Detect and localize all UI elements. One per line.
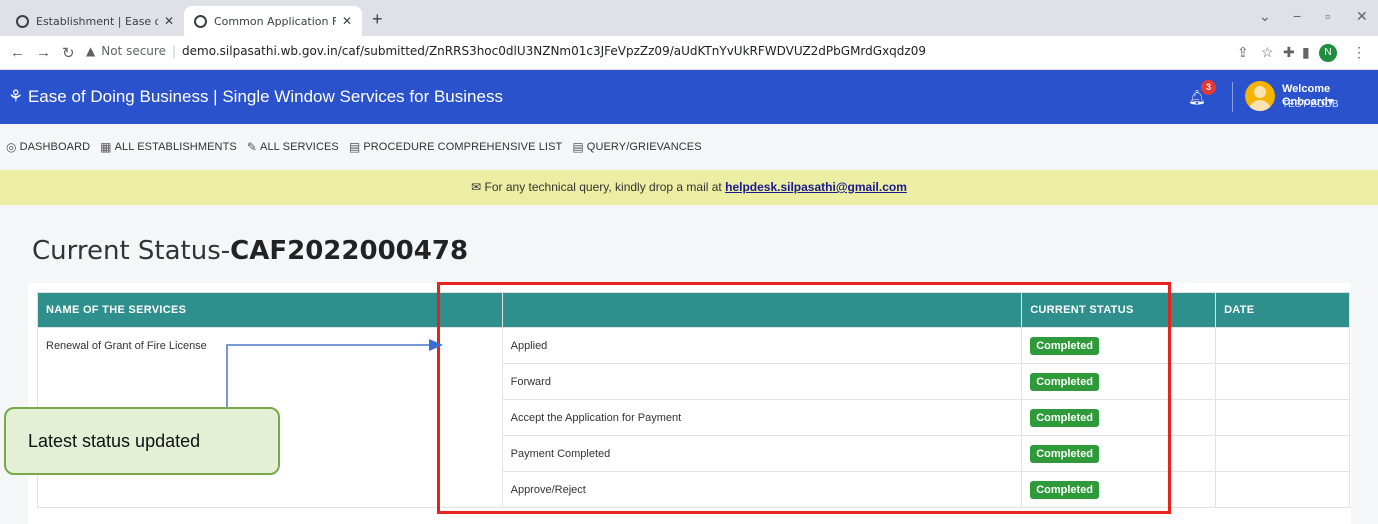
date-cell — [1215, 435, 1350, 472]
date-cell — [1215, 327, 1350, 364]
menu-dashboard[interactable]: ◎ DASHBOARD — [6, 140, 90, 154]
tab-label: Establishment | Ease of doing bu — [36, 14, 158, 28]
url-text: demo.silpasathi.wb.gov.in/caf/submitted/… — [182, 44, 926, 58]
list-icon: ▤ — [572, 140, 584, 154]
app-header: ⚘ Ease of Doing Business | Single Window… — [0, 70, 1378, 124]
globe-icon — [16, 14, 29, 28]
main-menu: ◎ DASHBOARD ▦ ALL ESTABLISHMENTS ✎ ALL SERV… — [0, 124, 1378, 170]
menu-label: PROCEDURE COMPREHENSIVE LIST — [363, 141, 563, 153]
date-cell — [1215, 399, 1350, 436]
kebab-menu-icon[interactable]: ⋮ — [1352, 44, 1366, 61]
date-cell — [1215, 363, 1350, 400]
annotation-callout: Latest status updated — [4, 407, 280, 475]
extensions-icon[interactable]: ✚ — [1283, 44, 1295, 61]
tab-label: Common Application Form Previ — [214, 14, 336, 28]
notice-text: For any technical query, kindly drop a m… — [484, 180, 722, 194]
menu-query-grievances[interactable]: ▤ QUERY/GRIEVANCES — [572, 140, 701, 154]
header-divider — [1232, 82, 1233, 112]
url-field[interactable]: ▲ Not secure | demo.silpasathi.wb.gov.in… — [86, 44, 926, 58]
reload-icon[interactable]: ↻ — [62, 44, 75, 62]
profile-avatar[interactable]: N — [1319, 44, 1337, 62]
browser-tabbar: Establishment | Ease of doing bu ✕ Commo… — [0, 0, 1378, 36]
menu-procedure-list[interactable]: ▤ PROCEDURE COMPREHENSIVE LIST — [349, 140, 562, 154]
close-tab-icon[interactable]: ✕ — [164, 14, 174, 28]
date-cell — [1215, 471, 1350, 508]
notification-badge: 3 — [1201, 80, 1216, 95]
restore-icon[interactable]: ▫ — [1325, 8, 1330, 24]
list-icon: ▤ — [348, 140, 361, 154]
page-title: Current Status-CAF2022000478 — [32, 236, 468, 266]
globe-icon — [194, 14, 207, 28]
menu-label: DASHBOARD — [19, 141, 91, 153]
menu-label: ALL ESTABLISHMENTS — [114, 141, 237, 153]
bookmark-star-icon[interactable]: ☆ — [1261, 44, 1274, 61]
helpdesk-notice: ✉ For any technical query, kindly drop a… — [0, 170, 1378, 205]
caf-id: CAF2022000478 — [230, 236, 469, 266]
menu-all-services[interactable]: ✎ ALL SERVICES — [247, 140, 339, 154]
helpdesk-email-link[interactable]: helpdesk.silpasathi@gmail.com — [725, 180, 907, 194]
sidebar-icon[interactable]: ▮ — [1302, 44, 1310, 61]
forward-icon[interactable]: → — [36, 44, 51, 61]
tab-search-icon[interactable]: ⌄ — [1259, 8, 1271, 25]
mail-icon: ✉ — [471, 180, 482, 194]
logo-icon: ⚘ — [8, 87, 28, 106]
header-date: DATE — [1215, 292, 1350, 328]
window-close-icon[interactable]: ✕ — [1356, 8, 1368, 25]
new-tab-icon[interactable]: + — [372, 9, 383, 30]
minimize-icon[interactable]: − — [1293, 8, 1301, 24]
menu-label: QUERY/GRIEVANCES — [586, 141, 702, 153]
browser-tab-establishment[interactable]: Establishment | Ease of doing bu ✕ — [6, 6, 184, 36]
close-tab-icon[interactable]: ✕ — [342, 14, 352, 28]
header-service-name: NAME OF THE SERVICES — [37, 292, 503, 328]
browser-tab-caf-preview[interactable]: Common Application Form Previ ✕ — [184, 6, 362, 36]
browser-addressbar: ← → ↻ ▲ Not secure | demo.silpasathi.wb.… — [0, 36, 1378, 70]
menu-all-establishments[interactable]: ▦ ALL ESTABLISHMENTS — [100, 140, 237, 154]
warning-icon: ▲ — [86, 44, 96, 58]
username: TEST EODB — [1282, 99, 1339, 110]
building-icon: ▦ — [100, 140, 112, 154]
menu-label: ALL SERVICES — [260, 141, 339, 153]
security-label: Not secure — [101, 44, 166, 58]
user-avatar[interactable] — [1245, 81, 1275, 111]
wrench-icon: ✎ — [246, 140, 258, 154]
back-icon[interactable]: ← — [10, 44, 25, 61]
dashboard-icon: ◎ — [6, 140, 17, 154]
app-title-text: Ease of Doing Business | Single Window S… — [27, 87, 503, 106]
page-title-prefix: Current Status- — [32, 236, 231, 266]
share-icon[interactable]: ⇪ — [1237, 44, 1249, 61]
app-title[interactable]: ⚘ Ease of Doing Business | Single Window… — [8, 87, 503, 107]
highlight-box — [437, 282, 1171, 514]
